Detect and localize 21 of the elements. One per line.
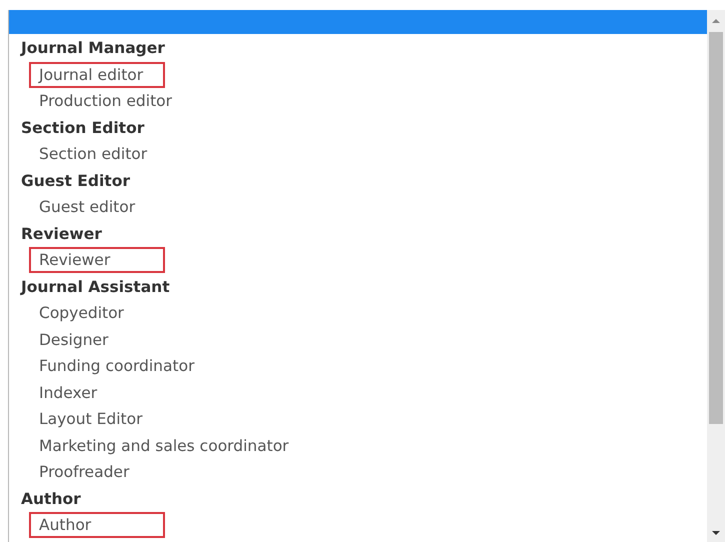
group-heading: Reviewer xyxy=(20,224,103,244)
scrollbar-thumb[interactable] xyxy=(709,32,723,424)
option-item[interactable]: Marketing and sales coordinator xyxy=(29,432,299,459)
group-heading: Journal Assistant xyxy=(19,276,171,298)
option-item[interactable]: Author xyxy=(29,512,165,538)
group-heading: Section Editor xyxy=(20,118,146,138)
option-item[interactable]: Layout Editor xyxy=(29,406,165,432)
scrollbar[interactable] xyxy=(707,10,725,542)
option-item[interactable]: Production editor xyxy=(29,88,182,114)
option-item[interactable]: Reviewer xyxy=(29,247,165,274)
option-item[interactable]: Funding coordinator xyxy=(29,353,204,380)
option-item[interactable]: Copyeditor xyxy=(29,300,165,326)
option-item[interactable]: Section editor xyxy=(29,141,165,168)
option-item[interactable]: Indexer xyxy=(29,380,165,406)
option-item[interactable]: Designer xyxy=(29,326,165,353)
option-item[interactable]: Journal editor xyxy=(29,62,165,88)
option-item[interactable]: Guest editor xyxy=(29,194,165,220)
option-item[interactable]: Proofreader xyxy=(29,459,165,486)
group-heading: Author xyxy=(20,488,82,510)
group-heading: Journal Manager xyxy=(19,38,166,59)
group-heading: Guest Editor xyxy=(20,170,131,192)
